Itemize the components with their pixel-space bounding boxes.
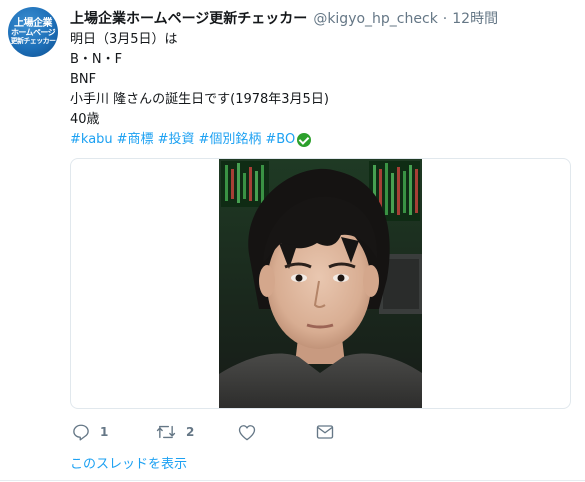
tweet-timestamp[interactable]: 12時間 bbox=[452, 8, 498, 28]
hashtag-kabu[interactable]: #kabu bbox=[70, 130, 113, 150]
check-badge-icon bbox=[297, 133, 312, 147]
avatar-text-line-3: 更新チェッカー bbox=[10, 36, 56, 45]
tweet-text-line: B・N・F bbox=[70, 52, 123, 67]
tweet-text-line: 小手川 隆さんの誕生日です(1978年3月5日) bbox=[70, 92, 329, 107]
retweet-button[interactable]: 2 bbox=[156, 423, 238, 441]
tweet-text: 明日（3月5日）は B・N・F BNF 小手川 隆さんの誕生日です(1978年3… bbox=[70, 30, 570, 150]
retweet-count: 2 bbox=[186, 425, 195, 439]
hashtag-individual-stocks[interactable]: #個別銘柄 bbox=[198, 130, 261, 150]
hashtag-trademark[interactable]: #商標 bbox=[117, 130, 154, 150]
reply-button[interactable]: 1 bbox=[72, 423, 156, 441]
tweet-actions: 1 2 bbox=[72, 422, 334, 442]
retweet-icon bbox=[156, 423, 176, 441]
tweet-text-line: 明日（3月5日）は bbox=[70, 32, 178, 47]
direct-message-button[interactable] bbox=[316, 424, 334, 440]
tweet-text-line: 40歳 bbox=[70, 112, 100, 127]
reply-icon bbox=[72, 423, 90, 441]
tweet-photo[interactable] bbox=[219, 159, 422, 408]
divider bbox=[0, 480, 585, 481]
user-handle[interactable]: @kigyo_hp_check bbox=[313, 11, 437, 27]
hashtag-investment[interactable]: #投資 bbox=[158, 130, 195, 150]
heart-icon bbox=[238, 424, 256, 441]
show-thread-link[interactable]: このスレッドを表示 bbox=[70, 453, 187, 472]
tweet: 上場企業 ホームページ 更新チェッカー 上場企業ホームページ更新チェッカー @k… bbox=[0, 0, 585, 482]
display-name[interactable]: 上場企業ホームページ更新チェッカー bbox=[70, 8, 307, 28]
hashtag-bo[interactable]: #BO bbox=[265, 130, 295, 150]
tweet-header: 上場企業ホームページ更新チェッカー @kigyo_hp_check · 12時間 bbox=[70, 8, 498, 28]
reply-count: 1 bbox=[100, 425, 109, 439]
header-separator: · bbox=[442, 11, 448, 27]
tweet-text-line: BNF bbox=[70, 72, 97, 87]
avatar[interactable]: 上場企業 ホームページ 更新チェッカー bbox=[8, 7, 58, 57]
hashtag-list: #kabu #商標 #投資 #個別銘柄 #BO bbox=[70, 130, 570, 150]
envelope-icon bbox=[316, 424, 334, 440]
media-card[interactable] bbox=[70, 158, 571, 409]
like-button[interactable] bbox=[238, 424, 316, 441]
